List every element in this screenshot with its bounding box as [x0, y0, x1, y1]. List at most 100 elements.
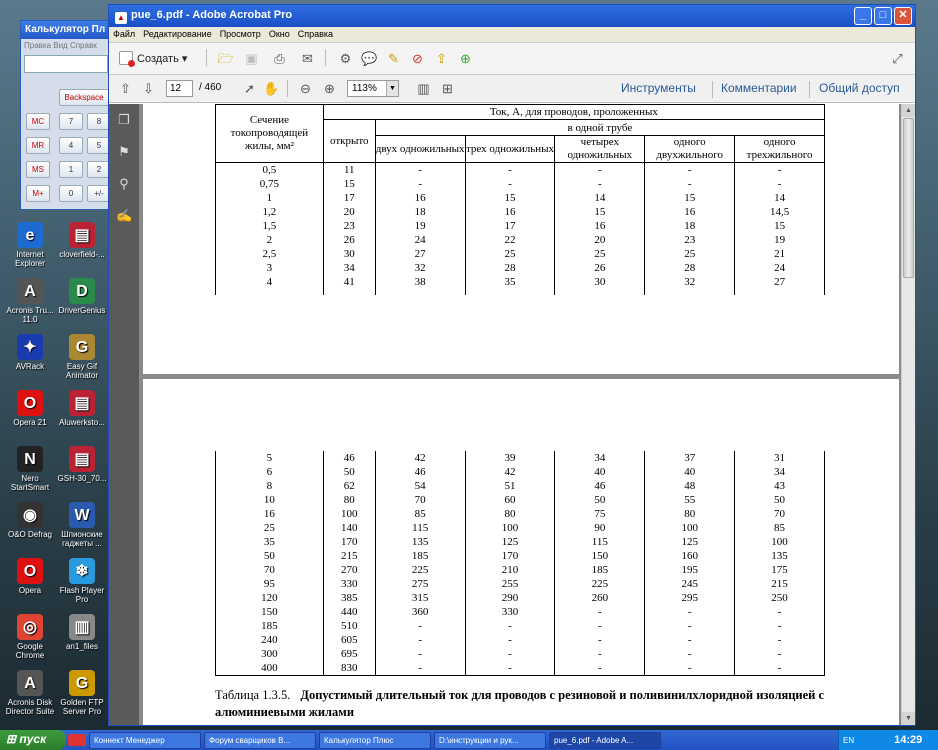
table-cell: 185	[554, 563, 646, 577]
current-table-top: Сечение токопроводящей жилы, мм² Ток, А, …	[215, 104, 826, 295]
email-icon[interactable]: ✉	[299, 50, 316, 67]
language-indicator[interactable]: EN	[843, 736, 854, 745]
desktop-icon[interactable]: e Internet Explorer	[4, 222, 56, 268]
open-folder-icon[interactable]: 🗁	[217, 50, 234, 67]
bookmarks-icon[interactable]: ⚑	[116, 144, 132, 160]
table-cell: 62	[322, 479, 376, 493]
comment-icon[interactable]: 💬	[361, 50, 378, 67]
start-button[interactable]: ⊞ пуск	[0, 730, 66, 750]
calc-button[interactable]: 4	[59, 137, 83, 154]
menu-item[interactable]: Просмотр	[220, 29, 261, 40]
menu-item[interactable]: Файл	[113, 29, 135, 40]
tools-link[interactable]: Инструменты	[621, 81, 696, 95]
calc-button[interactable]: MS	[26, 161, 50, 178]
settings-gear-icon[interactable]: ⚙	[337, 50, 354, 67]
calculator-window[interactable]: Калькулятор Пл Правка Вид Справк Backspa…	[20, 20, 112, 210]
desktop-icon[interactable]: G Golden FTP Server Pro	[56, 670, 108, 716]
expand-icon[interactable]: ⤢	[889, 50, 906, 67]
header-section: Сечение токопроводящей жилы, мм²	[215, 104, 324, 163]
select-cursor-icon[interactable]: ➚	[241, 80, 258, 97]
fit-page-icon[interactable]: ▥	[415, 80, 432, 97]
desktop-icon[interactable]: D DriverGenius	[56, 278, 108, 315]
table-cell: 15	[554, 205, 646, 219]
desktop-icon[interactable]: ❄ Flash Player Pro	[56, 558, 108, 604]
hand-tool-icon[interactable]: ✋	[263, 80, 280, 97]
desktop-icon[interactable]: ▤ GSH-30_70...	[56, 446, 108, 483]
taskbar-item[interactable]: pue_6.pdf - Adobe A...	[549, 731, 661, 749]
desktop-icon[interactable]: ◎ Google Chrome	[4, 614, 56, 660]
close-button[interactable]: ✕	[894, 7, 912, 25]
calc-button[interactable]: 0	[59, 185, 83, 202]
calc-button[interactable]: M+	[26, 185, 50, 202]
minimize-button[interactable]: _	[854, 7, 872, 25]
desktop-icon[interactable]: ▤ cloverfield-...	[56, 222, 108, 259]
table-cell: 21	[734, 247, 825, 261]
taskbar-item[interactable]: Форум сварщиков В...	[204, 731, 316, 749]
maximize-button[interactable]: □	[874, 7, 892, 25]
desktop-icon[interactable]: ◉ O&O Defrag	[4, 502, 56, 539]
scroll-down-icon[interactable]: ▼	[902, 712, 915, 725]
menu-item[interactable]: Редактирование	[143, 29, 212, 40]
create-button[interactable]: Создать ▾	[119, 51, 187, 67]
comments-link[interactable]: Комментарии	[721, 81, 797, 95]
desktop-icon[interactable]: ✦ AVRack	[4, 334, 56, 371]
table-cell: 170	[322, 535, 376, 549]
desktop-icon[interactable]: O Opera	[4, 558, 56, 595]
taskbar-item[interactable]: Коннект Менеджер	[89, 731, 201, 749]
attachments-icon[interactable]: ⚲	[116, 176, 132, 192]
prev-page-icon[interactable]: ⇧	[117, 80, 134, 97]
combine-icon[interactable]: ⊕	[457, 50, 474, 67]
save-icon[interactable]: ▣	[243, 50, 260, 67]
table-cell: 11	[322, 162, 376, 177]
calc-button[interactable]: 1	[59, 161, 83, 178]
desktop-icon[interactable]: G Easy Gif Animator	[56, 334, 108, 380]
export-icon[interactable]: ⇪	[433, 50, 450, 67]
calc-button[interactable]: 7	[59, 113, 83, 130]
print-icon[interactable]: ⎙	[271, 50, 288, 67]
table-cell: 17	[464, 219, 556, 233]
desktop-icon[interactable]: W Шпионские гаджеты ...	[56, 502, 108, 548]
table-row: 240 605- - - - -	[215, 633, 825, 647]
desktop-icon-label: Шпионские гаджеты ...	[61, 530, 103, 548]
menu-item[interactable]: Справка	[298, 29, 333, 40]
pages-icon[interactable]: ❐	[116, 112, 132, 128]
desktop-icon[interactable]: ▤ Aluwerkstо...	[56, 390, 108, 427]
taskbar-item[interactable]: D:\инструкции и рук...	[434, 731, 546, 749]
calc-button[interactable]: MR	[26, 137, 50, 154]
zoom-out-icon[interactable]: ⊖	[297, 80, 314, 97]
desktop-icon[interactable]: ▥ an1_files	[56, 614, 108, 651]
scroll-up-icon[interactable]: ▲	[902, 104, 915, 117]
taskbar-item[interactable]: Калькулятор Плюс	[319, 731, 431, 749]
table-cell: -	[464, 177, 556, 191]
desktop-icon[interactable]: A Acronis Disk Director Suite	[4, 670, 56, 716]
menu-item[interactable]: Окно	[269, 29, 290, 40]
quicklaunch-icon[interactable]	[68, 734, 86, 746]
next-page-icon[interactable]: ⇩	[140, 80, 157, 97]
share-link[interactable]: Общий доступ	[819, 81, 900, 95]
zoom-in-icon[interactable]: ⊕	[321, 80, 338, 97]
signatures-icon[interactable]: ✍	[116, 208, 132, 224]
table-cell: 35	[215, 535, 324, 549]
acrobat-window[interactable]: ▲ pue_6.pdf - Adobe Acrobat Pro _ □ ✕ Фай…	[108, 4, 916, 726]
sign-icon[interactable]: ✎	[385, 50, 402, 67]
redact-icon[interactable]: ⊘	[409, 50, 426, 67]
desktop-icon[interactable]: O Opera 21	[4, 390, 56, 427]
header-current: Ток, А, для проводов, проложенных	[322, 104, 826, 120]
scroll-thumb[interactable]	[903, 118, 914, 278]
table-cell: -	[464, 633, 556, 647]
table-cell: 175	[734, 563, 825, 577]
calc-button[interactable]: Backspace	[59, 89, 109, 106]
page-number-input[interactable]: 12	[166, 80, 193, 97]
desktop-icon[interactable]: A Acronis Tru... 11.0	[4, 278, 56, 324]
document-area[interactable]: ❐ ⚑ ⚲ ✍ Сечение токопроводящей жилы, мм²…	[109, 104, 915, 725]
table-cell: -	[734, 605, 825, 619]
zoom-select[interactable]: 113% ▼	[347, 80, 399, 97]
table-row: 4 41 38 35 30 32 27	[215, 275, 825, 289]
desktop-icon-glyph: ◉	[17, 502, 43, 528]
desktop-icon[interactable]: N Nero StartSmart	[4, 446, 56, 492]
calculator-menu[interactable]: Правка Вид Справк	[21, 39, 111, 53]
table-cell: 330	[464, 605, 556, 619]
fit-width-icon[interactable]: ⊞	[439, 80, 456, 97]
calc-button[interactable]: MC	[26, 113, 50, 130]
vertical-scrollbar[interactable]: ▲ ▼	[901, 104, 915, 725]
